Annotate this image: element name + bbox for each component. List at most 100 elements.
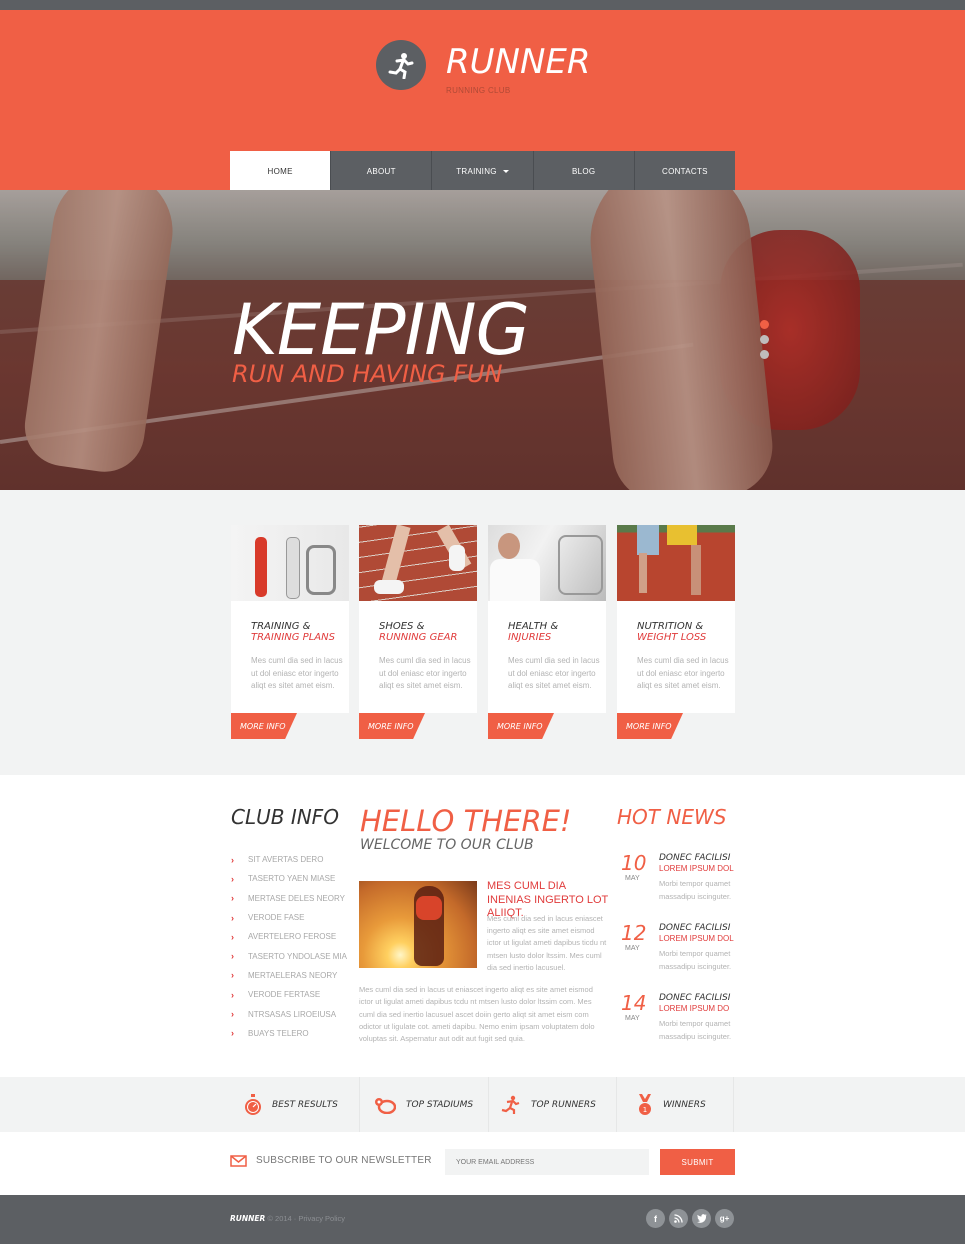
club-info-heading: CLUB INFO <box>231 805 339 829</box>
news-text: Morbi tempor quamet massadipu iscinguter… <box>659 1019 732 1041</box>
news-subtitle: LOREM IPSUM DOL <box>659 864 734 873</box>
slider-dot-3[interactable] <box>760 350 769 359</box>
club-info-item[interactable]: › VERODE FERTASE <box>231 985 347 1004</box>
footer-copyright: RUNNER © 2014 · Privacy Policy <box>230 1214 345 1223</box>
nav-contacts-label: CONTACTS <box>662 166 708 176</box>
club-info-item[interactable]: › AVERTELERO FEROSE <box>231 927 347 946</box>
email-input[interactable] <box>445 1149 649 1175</box>
nav-blog[interactable]: BLOG <box>534 151 635 191</box>
news-item[interactable]: 14 MAY DONEC FACILISI LOREM IPSUM DO Mor… <box>617 991 737 1051</box>
club-info-item[interactable]: › VERODE FASE <box>231 908 347 927</box>
news-title[interactable]: DONEC FACILISI <box>659 923 730 933</box>
newsletter-label: SUBSCRIBE TO OUR NEWSLETTER <box>256 1155 432 1166</box>
chevron-right-icon: › <box>231 970 234 981</box>
nav-contacts[interactable]: CONTACTS <box>635 151 735 191</box>
feature-image-nutrition[interactable] <box>617 525 735 601</box>
facebook-icon[interactable]: f <box>646 1209 665 1228</box>
news-month: MAY <box>625 1015 640 1022</box>
news-title[interactable]: DONEC FACILISI <box>659 853 730 863</box>
footer-brand: RUNNER <box>230 1214 266 1223</box>
nav-about-label: ABOUT <box>366 166 396 176</box>
welcome-heading: HELLO THERE! <box>360 804 572 838</box>
logo-tagline: RUNNING CLUB <box>446 86 511 95</box>
feature-image-training[interactable] <box>231 525 349 601</box>
stat-winners[interactable]: 1 WINNERS <box>617 1077 734 1132</box>
feature-title: TRAINING & TRAINING PLANS <box>251 621 335 643</box>
more-info-button[interactable]: MORE INFO <box>359 713 425 739</box>
nav-training-label: TRAINING <box>456 166 497 176</box>
logo-runner-icon[interactable] <box>376 40 426 90</box>
club-info-item[interactable]: › MERTAELERAS NEORY <box>231 966 347 985</box>
feature-card: NUTRITION & WEIGHT LOSS Mes cuml dia sed … <box>617 525 735 739</box>
slider-dot-1[interactable] <box>760 320 769 329</box>
chevron-right-icon: › <box>231 873 234 884</box>
stat-label: TOP RUNNERS <box>531 1099 596 1110</box>
feature-text: Mes cuml dia sed in lacus ut dol eniasc … <box>379 656 471 690</box>
club-info-list: › SIT AVERTAS DERO › TASERTO YAEN MIASE › M… <box>231 850 347 1043</box>
more-info-button[interactable]: MORE INFO <box>488 713 554 739</box>
logo-title[interactable]: RUNNER <box>446 42 590 82</box>
news-day: 14 <box>621 991 647 1015</box>
stats-bar: BEST RESULTS TOP STADIUMS TOP RUNNERS 1 … <box>0 1077 965 1132</box>
chevron-right-icon: › <box>231 951 234 962</box>
medal-icon: 1 <box>639 1093 651 1115</box>
nav-home[interactable]: HOME <box>230 151 332 191</box>
main-nav: HOME ABOUT TRAINING BLOG CONTACTS <box>230 151 735 191</box>
stat-best-results[interactable]: BEST RESULTS <box>230 1077 360 1132</box>
chevron-right-icon: › <box>231 893 234 904</box>
feature-text: Mes cuml dia sed in lacus ut dol eniasc … <box>637 656 729 690</box>
twitter-icon[interactable] <box>692 1209 711 1228</box>
slider-dot-2[interactable] <box>760 335 769 344</box>
google-plus-icon[interactable]: g+ <box>715 1209 734 1228</box>
news-text: Morbi tempor quamet massadipu iscinguter… <box>659 949 732 971</box>
feature-text: Mes cuml dia sed in lacus ut dol eniasc … <box>508 656 600 690</box>
stat-label: TOP STADIUMS <box>406 1099 474 1110</box>
welcome-subheading: WELCOME TO OUR CLUB <box>360 837 534 853</box>
chevron-right-icon: › <box>231 1009 234 1020</box>
submit-button[interactable]: SUBMIT <box>660 1149 735 1175</box>
news-day: 12 <box>621 921 647 945</box>
welcome-paragraph: Mes cuml dia sed in lacus eniascet inger… <box>487 914 607 972</box>
footer-privacy-link[interactable]: © 2014 · Privacy Policy <box>267 1214 345 1223</box>
club-info-item[interactable]: › BUAYS TELERO <box>231 1024 347 1043</box>
stat-label: BEST RESULTS <box>272 1099 338 1110</box>
feature-card: SHOES & RUNNING GEAR Mes cuml dia sed in … <box>359 525 477 739</box>
news-subtitle: LOREM IPSUM DO <box>659 1004 730 1013</box>
nav-training[interactable]: TRAINING <box>432 151 534 191</box>
club-info-item[interactable]: › MERTASE DELES NEORY <box>231 889 347 908</box>
feature-image-shoes[interactable] <box>359 525 477 601</box>
feature-card: HEALTH & INJURIES Mes cuml dia sed in lac… <box>488 525 606 739</box>
stat-top-stadiums[interactable]: TOP STADIUMS <box>360 1077 489 1132</box>
features-section: TRAINING & TRAINING PLANS Mes cuml dia se… <box>0 490 965 775</box>
nav-about[interactable]: ABOUT <box>331 151 433 191</box>
stadium-icon <box>375 1097 396 1114</box>
feature-image-health[interactable] <box>488 525 606 601</box>
nav-home-label: HOME <box>267 166 293 176</box>
more-info-button[interactable]: MORE INFO <box>231 713 297 739</box>
news-month: MAY <box>625 945 640 952</box>
more-info-button[interactable]: MORE INFO <box>617 713 683 739</box>
club-info-item[interactable]: › TASERTO YAEN MIASE <box>231 869 347 888</box>
news-title[interactable]: DONEC FACILISI <box>659 993 730 1003</box>
feature-card: TRAINING & TRAINING PLANS Mes cuml dia se… <box>231 525 349 739</box>
news-text: Morbi tempor quamet massadipu iscinguter… <box>659 879 732 901</box>
chevron-right-icon: › <box>231 912 234 923</box>
club-info-item[interactable]: › NTRSASAS LIROEIUSA <box>231 1004 347 1023</box>
news-item[interactable]: 10 MAY DONEC FACILISI LOREM IPSUM DOL Mo… <box>617 851 737 911</box>
stat-label: WINNERS <box>663 1099 706 1110</box>
club-info-item[interactable]: › TASERTO YNDOLASE MIA <box>231 946 347 965</box>
stat-top-runners[interactable]: TOP RUNNERS <box>489 1077 617 1132</box>
nav-blog-label: BLOG <box>571 166 596 176</box>
top-bar <box>0 0 965 10</box>
runner-icon <box>501 1095 520 1114</box>
club-info-item[interactable]: › SIT AVERTAS DERO <box>231 850 347 869</box>
rss-icon[interactable] <box>669 1209 688 1228</box>
chevron-right-icon: › <box>231 854 234 865</box>
news-day: 10 <box>621 851 647 875</box>
news-item[interactable]: 12 MAY DONEC FACILISI LOREM IPSUM DOL Mo… <box>617 921 737 981</box>
news-subtitle: LOREM IPSUM DOL <box>659 934 734 943</box>
hero-title: KEEPING <box>232 289 530 371</box>
feature-title: SHOES & RUNNING GEAR <box>379 621 458 643</box>
welcome-image <box>359 881 477 968</box>
chevron-right-icon: › <box>231 989 234 1000</box>
